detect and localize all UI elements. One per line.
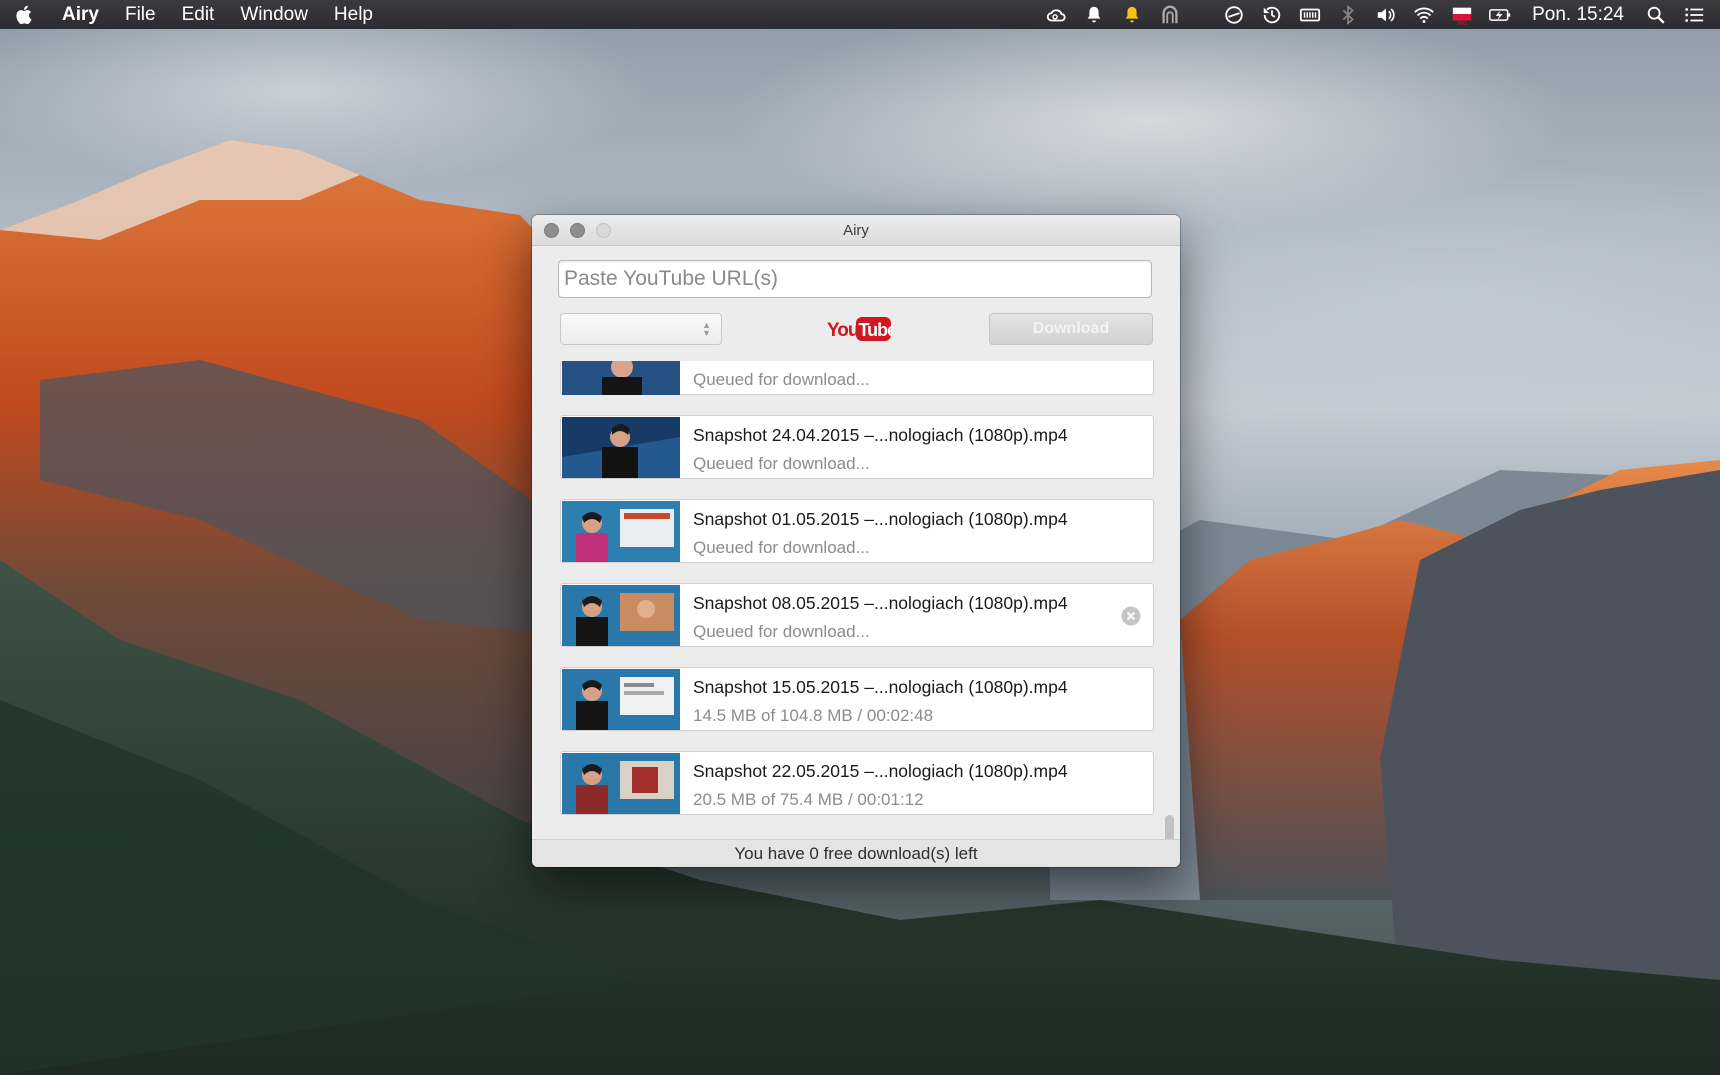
video-thumbnail: [562, 417, 680, 478]
download-button[interactable]: Download: [989, 313, 1153, 345]
bluetooth-icon[interactable]: [1336, 4, 1360, 26]
apple-icon[interactable]: [14, 4, 36, 26]
download-item-status: 14.5 MB of 104.8 MB / 00:02:48: [693, 706, 934, 725]
window-minimize-button[interactable]: [570, 223, 585, 238]
volume-icon[interactable]: [1374, 4, 1398, 26]
menu-edit[interactable]: Edit: [182, 4, 215, 26]
menu-bar: Airy File Edit Window Help PRO Pon. 15:2…: [0, 0, 1720, 29]
battery-icon[interactable]: [1488, 4, 1512, 26]
notification-icon[interactable]: [1120, 4, 1144, 26]
video-thumbnail: [562, 585, 680, 646]
download-item[interactable]: Snapshot 08.05.2015 –...nologiach (1080p…: [560, 583, 1154, 647]
menu-help[interactable]: Help: [334, 4, 373, 26]
download-item[interactable]: Snapshot 24.04.2015 –...nologiach (1080p…: [560, 415, 1154, 479]
menu-app-name[interactable]: Airy: [62, 4, 99, 26]
download-item-name: Snapshot 24.04.2015 –...nologiach (1080p…: [693, 425, 1068, 445]
menu-window[interactable]: Window: [240, 4, 308, 26]
download-item-status: Queued for download...: [693, 454, 870, 473]
svg-text:PRO: PRO: [1457, 21, 1467, 26]
url-input[interactable]: [558, 260, 1152, 298]
notification-center-icon[interactable]: [1682, 4, 1706, 26]
spotlight-search-icon[interactable]: [1644, 4, 1668, 26]
youtube-logo: You Tube: [827, 317, 893, 341]
video-thumbnail: [562, 669, 680, 730]
video-thumbnail: [562, 501, 680, 562]
downloads-list[interactable]: Queued for download... Snapshot 24.04.20…: [532, 361, 1180, 840]
time-machine-icon[interactable]: [1260, 4, 1284, 26]
window-title: Airy: [843, 221, 869, 239]
download-item-status: Queued for download...: [693, 370, 870, 389]
youtube-logo-you: You: [827, 320, 859, 341]
download-item-name: Snapshot 01.05.2015 –...nologiach (1080p…: [693, 509, 1068, 529]
format-select[interactable]: ▲ ▼: [560, 313, 722, 345]
flag-pro-icon[interactable]: PRO: [1450, 4, 1474, 26]
download-item-name: Snapshot 22.05.2015 –...nologiach (1080p…: [693, 761, 1068, 781]
download-item-status: Queued for download...: [693, 538, 870, 557]
window-titlebar[interactable]: Airy: [532, 215, 1180, 246]
download-item[interactable]: Snapshot 22.05.2015 –...nologiach (1080p…: [560, 751, 1154, 815]
memory-icon[interactable]: [1298, 4, 1322, 26]
select-arrows-icon: ▲ ▼: [702, 320, 711, 338]
download-item-name: Snapshot 08.05.2015 –...nologiach (1080p…: [693, 593, 1068, 613]
airy-window: Airy ▲▼ You Tube Download Queued for dow…: [532, 215, 1180, 867]
download-item[interactable]: Snapshot 15.05.2015 –...nologiach (1080p…: [560, 667, 1154, 731]
arch-icon[interactable]: [1158, 4, 1182, 26]
download-item-status: 20.5 MB of 75.4 MB / 00:01:12: [693, 790, 924, 809]
download-item-name: Snapshot 15.05.2015 –...nologiach (1080p…: [693, 677, 1068, 697]
window-zoom-button[interactable]: [596, 223, 611, 238]
download-item[interactable]: Snapshot 01.05.2015 –...nologiach (1080p…: [560, 499, 1154, 563]
bell-icon[interactable]: [1082, 4, 1106, 26]
video-thumbnail: [562, 361, 680, 395]
creative-cloud-icon[interactable]: [1044, 4, 1068, 26]
video-thumbnail: [562, 753, 680, 814]
input-panel: ▲▼ You Tube Download: [532, 246, 1180, 362]
download-item[interactable]: Queued for download...: [560, 361, 1154, 395]
window-close-button[interactable]: [544, 223, 559, 238]
sync-icon[interactable]: [1222, 4, 1246, 26]
youtube-logo-tube: Tube: [859, 320, 893, 340]
download-item-status: Queued for download...: [693, 622, 870, 641]
menubar-clock[interactable]: Pon. 15:24: [1532, 4, 1624, 26]
remove-download-icon[interactable]: [1121, 606, 1141, 626]
wifi-icon[interactable]: [1412, 4, 1436, 26]
menu-file[interactable]: File: [125, 4, 156, 26]
free-downloads-status: You have 0 free download(s) left: [532, 839, 1180, 867]
